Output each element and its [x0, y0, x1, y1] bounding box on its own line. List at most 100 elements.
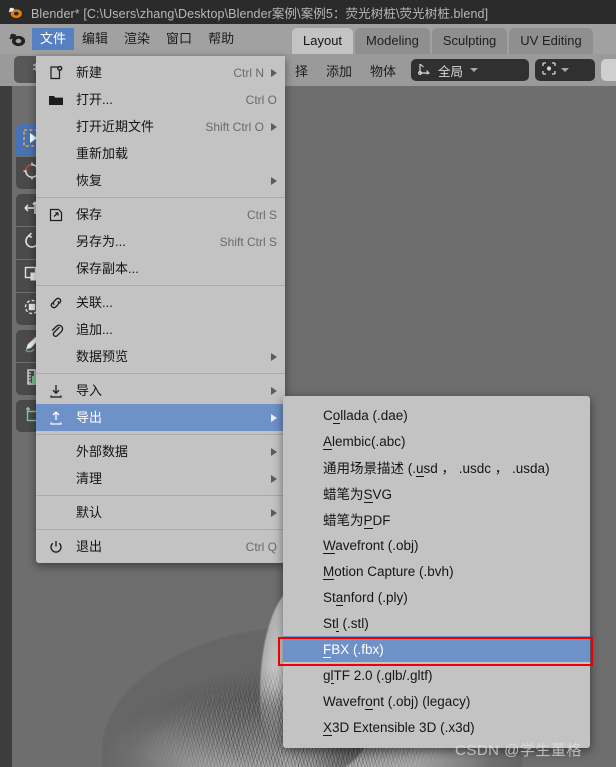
file-menu-label: 默认: [76, 504, 103, 520]
file-menu-item-data-preview[interactable]: 数据预览: [36, 343, 285, 370]
export-item-label: Motion Capture (.bvh): [323, 563, 454, 580]
header-menu-add[interactable]: 添加: [317, 58, 361, 83]
submenu-arrow-icon: [271, 447, 277, 456]
export-submenu[interactable]: Collada (.dae) Alembic(.abc) 通用场景描述 (.us…: [283, 396, 590, 748]
axis-orientation-icon: [417, 61, 432, 79]
file-menu-item-quit[interactable]: 退出 Ctrl Q: [36, 533, 285, 560]
header-menu-select[interactable]: 择: [286, 58, 317, 83]
file-menu-item-save-as[interactable]: 另存为... Shift Ctrl S: [36, 228, 285, 255]
export-item-x3d[interactable]: X3D Extensible 3D (.x3d): [283, 714, 590, 740]
tab-uv-editing[interactable]: UV Editing: [509, 28, 593, 54]
blank-icon: [48, 173, 70, 189]
menu-separator: [36, 529, 285, 530]
blank-icon: [48, 146, 70, 162]
export-item-alembic[interactable]: Alembic(.abc): [283, 428, 590, 454]
submenu-arrow-icon: [271, 508, 277, 517]
export-item-label: Stanford (.ply): [323, 589, 408, 606]
file-menu-item-defaults[interactable]: 默认: [36, 499, 285, 526]
export-item-label: FBX (.fbx): [323, 641, 384, 658]
tab-modeling[interactable]: Modeling: [355, 28, 430, 54]
menu-separator: [36, 285, 285, 286]
menu-file[interactable]: 文件: [32, 28, 75, 50]
csdn-watermark: CSDN @学生董格: [455, 742, 582, 759]
export-item-obj[interactable]: Wavefront (.obj): [283, 532, 590, 558]
menu-render[interactable]: 渲染: [116, 28, 158, 50]
file-menu-item-new[interactable]: 新建 Ctrl N: [36, 59, 285, 86]
file-menu-label: 退出: [76, 538, 103, 554]
submenu-arrow-icon: [271, 352, 277, 361]
window-title-bar: Blender* [C:\Users\zhang\Desktop\Blender…: [0, 0, 616, 24]
file-menu-label: 重新加载: [76, 145, 129, 161]
file-menu-label: 导入: [76, 382, 103, 398]
export-icon: [48, 410, 70, 426]
file-menu-item-link[interactable]: 关联...: [36, 289, 285, 316]
blender-logo-icon[interactable]: [7, 29, 27, 49]
file-menu-item-save[interactable]: 保存 Ctrl S: [36, 201, 285, 228]
file-menu-item-import[interactable]: 导入: [36, 377, 285, 404]
menu-edit[interactable]: 编辑: [74, 28, 116, 50]
export-item-stl[interactable]: Stl (.stl): [283, 610, 590, 636]
pivot-point-dropdown[interactable]: [535, 59, 596, 81]
export-item-label: glTF 2.0 (.glb/.gltf): [323, 667, 433, 684]
paperclip-icon: [48, 322, 70, 338]
menu-window[interactable]: 窗口: [158, 28, 200, 50]
new-file-icon: [48, 65, 70, 81]
tab-sculpting[interactable]: Sculpting: [431, 28, 508, 54]
file-menu-item-open[interactable]: 打开... Ctrl O: [36, 86, 285, 113]
header-menu-object[interactable]: 物体: [361, 58, 405, 83]
link-icon: [48, 295, 70, 311]
export-item-label: 蜡笔为PDF: [323, 513, 391, 529]
menu-help[interactable]: 帮助: [200, 28, 242, 50]
export-item-obj-legacy[interactable]: Wavefront (.obj) (legacy): [283, 688, 590, 714]
blank-icon: [48, 234, 70, 250]
power-icon: [48, 539, 70, 555]
chevron-down-icon: [470, 68, 479, 72]
blank-icon: [48, 349, 70, 365]
file-menu-label: 新建: [76, 64, 103, 80]
file-menu-item-recover[interactable]: 恢复: [36, 167, 285, 194]
export-item-label: Collada (.dae): [323, 407, 408, 424]
export-item-gltf[interactable]: glTF 2.0 (.glb/.gltf): [283, 662, 590, 688]
file-menu-shortcut: Ctrl O: [245, 92, 277, 107]
file-dropdown-menu[interactable]: 新建 Ctrl N 打开... Ctrl O 打开近期文件 Shift Ctrl…: [36, 56, 285, 563]
blank-icon: [48, 119, 70, 135]
file-menu-label: 关联...: [76, 294, 113, 310]
export-item-label: 蜡笔为SVG: [323, 487, 393, 503]
submenu-arrow-icon: [271, 176, 277, 185]
file-menu-item-save-copy[interactable]: 保存副本...: [36, 255, 285, 282]
menu-separator: [36, 434, 285, 435]
transform-orientation-dropdown[interactable]: 全局: [411, 59, 530, 81]
blank-icon: [48, 261, 70, 277]
export-item-collada[interactable]: Collada (.dae): [283, 402, 590, 428]
file-menu-shortcut: Ctrl Q: [245, 539, 277, 554]
export-item-bvh[interactable]: Motion Capture (.bvh): [283, 558, 590, 584]
snap-toggle[interactable]: [601, 59, 616, 81]
file-menu-label: 清理: [76, 470, 103, 486]
export-item-usd[interactable]: 通用场景描述 (.usd ， .usdc ， .usda): [283, 454, 590, 480]
export-item-label: X3D Extensible 3D (.x3d): [323, 719, 475, 736]
menu-separator: [36, 373, 285, 374]
file-menu-item-revert[interactable]: 重新加载: [36, 140, 285, 167]
export-item-pdf[interactable]: 蜡笔为PDF: [283, 506, 590, 532]
file-menu-label: 保存: [76, 206, 103, 222]
file-menu-label: 导出: [76, 409, 103, 425]
file-menu-item-open-recent[interactable]: 打开近期文件 Shift Ctrl O: [36, 113, 285, 140]
transform-orientation-value: 全局: [438, 64, 464, 79]
file-menu-item-clean-up[interactable]: 清理: [36, 465, 285, 492]
tab-layout[interactable]: Layout: [292, 28, 354, 54]
file-menu-label: 外部数据: [76, 443, 129, 459]
file-menu-item-append[interactable]: 追加...: [36, 316, 285, 343]
export-item-label: Stl (.stl): [323, 615, 369, 632]
import-icon: [48, 383, 70, 399]
export-item-svg[interactable]: 蜡笔为SVG: [283, 480, 590, 506]
file-menu-item-export[interactable]: 导出: [36, 404, 285, 431]
file-menu-shortcut: Ctrl S: [247, 207, 277, 222]
blank-icon: [48, 471, 70, 487]
save-icon: [48, 207, 70, 223]
file-menu-label: 数据预览: [76, 348, 129, 364]
blender-window: Blender* [C:\Users\zhang\Desktop\Blender…: [0, 0, 616, 767]
menu-separator: [36, 495, 285, 496]
export-item-ply[interactable]: Stanford (.ply): [283, 584, 590, 610]
export-item-fbx[interactable]: FBX (.fbx): [283, 636, 590, 662]
file-menu-item-external-data[interactable]: 外部数据: [36, 438, 285, 465]
